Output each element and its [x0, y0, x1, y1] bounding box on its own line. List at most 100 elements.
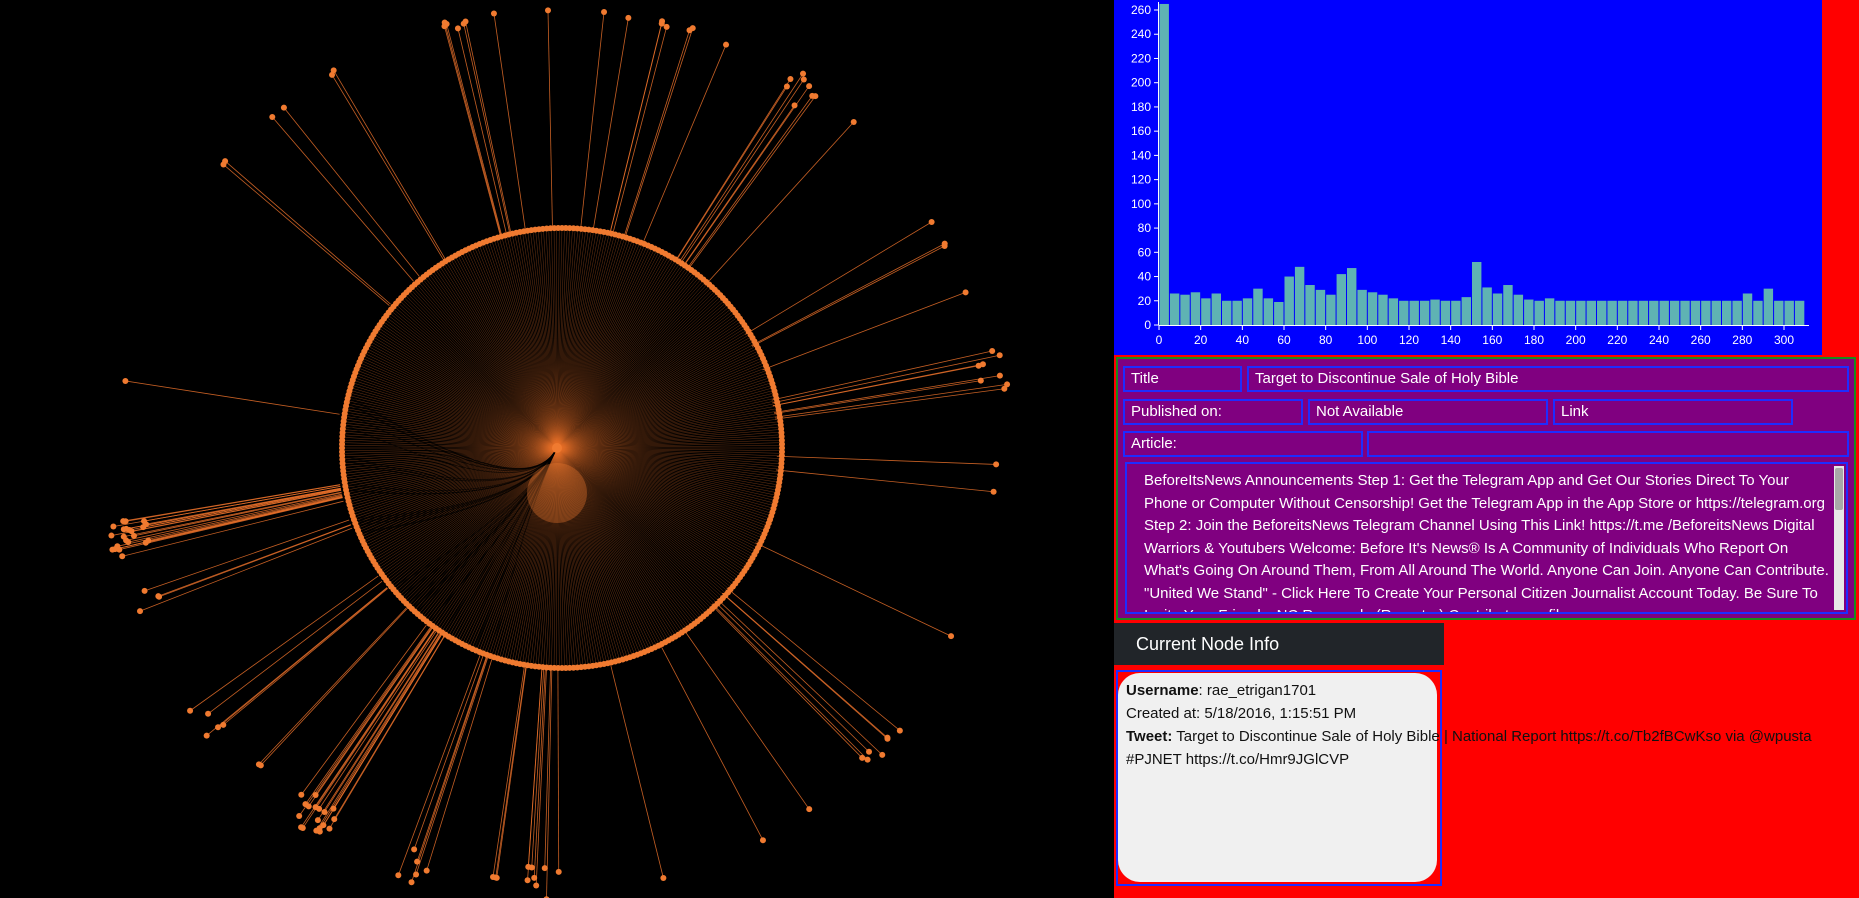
network-graph-panel[interactable] — [0, 0, 1114, 898]
article-link[interactable]: Link — [1553, 399, 1793, 425]
graph-node[interactable] — [316, 805, 323, 812]
graph-node[interactable] — [141, 587, 148, 594]
graph-node[interactable] — [884, 735, 891, 742]
graph-node[interactable] — [879, 751, 886, 758]
graph-node[interactable] — [299, 824, 306, 831]
graph-node[interactable] — [331, 816, 338, 823]
graph-node[interactable] — [460, 20, 467, 27]
graph-node[interactable] — [125, 539, 132, 546]
graph-node[interactable] — [993, 461, 1000, 468]
graph-node[interactable] — [806, 83, 813, 90]
graph-node[interactable] — [205, 710, 212, 717]
graph-node[interactable] — [544, 7, 551, 14]
graph-node[interactable] — [255, 761, 262, 768]
graph-node[interactable] — [269, 113, 276, 120]
graph-node[interactable] — [492, 874, 499, 881]
graph-node[interactable] — [533, 882, 540, 889]
graph-node[interactable] — [990, 488, 997, 495]
graph-node[interactable] — [525, 863, 532, 870]
graph-node[interactable] — [524, 877, 531, 884]
graph-node[interactable] — [156, 593, 163, 600]
graph-node[interactable] — [809, 92, 816, 99]
graph-node[interactable] — [866, 748, 873, 755]
graph-node[interactable] — [948, 633, 955, 640]
graph-node[interactable] — [220, 721, 227, 728]
article-text-box[interactable]: BeforeItsNews Announcements Step 1: Get … — [1125, 462, 1848, 614]
graph-node[interactable] — [187, 707, 194, 714]
graph-node[interactable] — [423, 867, 430, 874]
graph-node[interactable] — [414, 858, 421, 865]
graph-node[interactable] — [413, 871, 420, 878]
graph-node[interactable] — [441, 23, 448, 30]
graph-node[interactable] — [601, 8, 608, 15]
article-scrollbar[interactable] — [1834, 466, 1844, 610]
graph-node[interactable] — [316, 828, 323, 835]
graph-node[interactable] — [850, 118, 857, 125]
graph-node[interactable] — [220, 161, 227, 168]
graph-node[interactable] — [411, 846, 418, 853]
graph-node[interactable] — [108, 532, 115, 539]
graph-node[interactable] — [298, 791, 305, 798]
graph-node[interactable] — [454, 25, 461, 32]
graph-node[interactable] — [215, 724, 222, 731]
graph-node[interactable] — [996, 352, 1003, 359]
graph-node[interactable] — [137, 608, 144, 615]
graph-node[interactable] — [663, 23, 670, 30]
graph-node[interactable] — [1004, 381, 1011, 388]
graph-node[interactable] — [296, 813, 303, 820]
graph-node[interactable] — [723, 41, 730, 48]
graph-node[interactable] — [326, 825, 333, 832]
graph-node[interactable] — [941, 240, 948, 247]
graph-node[interactable] — [800, 76, 807, 83]
graph-node[interactable] — [996, 372, 1003, 379]
graph-node[interactable] — [128, 528, 135, 535]
graph-node[interactable] — [783, 83, 790, 90]
graph-node[interactable] — [658, 20, 665, 27]
graph-node[interactable] — [864, 756, 871, 763]
graph-node[interactable] — [928, 218, 935, 225]
graph-node[interactable] — [314, 817, 321, 824]
graph-node[interactable] — [977, 377, 984, 384]
graph-node[interactable] — [800, 70, 807, 77]
scrollbar-thumb[interactable] — [1835, 468, 1843, 510]
graph-node[interactable] — [330, 67, 337, 74]
graph-node[interactable] — [120, 526, 127, 533]
graph-node[interactable] — [122, 518, 129, 525]
graph-node[interactable] — [280, 104, 287, 111]
graph-node[interactable] — [531, 874, 538, 881]
graph-node[interactable] — [787, 75, 794, 82]
graph-node[interactable] — [395, 872, 402, 879]
graph-node[interactable] — [555, 868, 562, 875]
graph-node[interactable] — [541, 865, 548, 872]
graph-node[interactable] — [975, 362, 982, 369]
graph-node[interactable] — [119, 553, 126, 560]
graph-node[interactable] — [625, 14, 632, 21]
graph-node[interactable] — [110, 523, 117, 530]
graph-node[interactable] — [778, 441, 785, 448]
graph-node[interactable] — [330, 805, 337, 812]
graph-node[interactable] — [321, 808, 328, 815]
graph-node[interactable] — [302, 801, 309, 808]
radial-network-graph[interactable] — [0, 0, 1114, 898]
graph-node[interactable] — [896, 727, 903, 734]
graph-node[interactable] — [142, 539, 149, 546]
graph-node[interactable] — [791, 102, 798, 109]
graph-node[interactable] — [962, 289, 969, 296]
graph-node[interactable] — [759, 837, 766, 844]
graph-node[interactable] — [806, 806, 813, 813]
graph-node[interactable] — [203, 732, 210, 739]
graph-node[interactable] — [490, 10, 497, 17]
graph-hub-node[interactable] — [552, 443, 562, 453]
graph-edge — [495, 665, 527, 878]
graph-node[interactable] — [408, 879, 415, 886]
graph-node[interactable] — [141, 518, 148, 525]
histogram-bar — [1451, 300, 1461, 325]
graph-node[interactable] — [859, 754, 866, 761]
graph-node[interactable] — [122, 377, 129, 384]
graph-node[interactable] — [320, 822, 327, 829]
graph-node[interactable] — [686, 27, 693, 34]
graph-node[interactable] — [312, 792, 319, 799]
graph-node[interactable] — [989, 347, 996, 354]
graph-node[interactable] — [112, 546, 119, 553]
graph-node[interactable] — [660, 874, 667, 881]
